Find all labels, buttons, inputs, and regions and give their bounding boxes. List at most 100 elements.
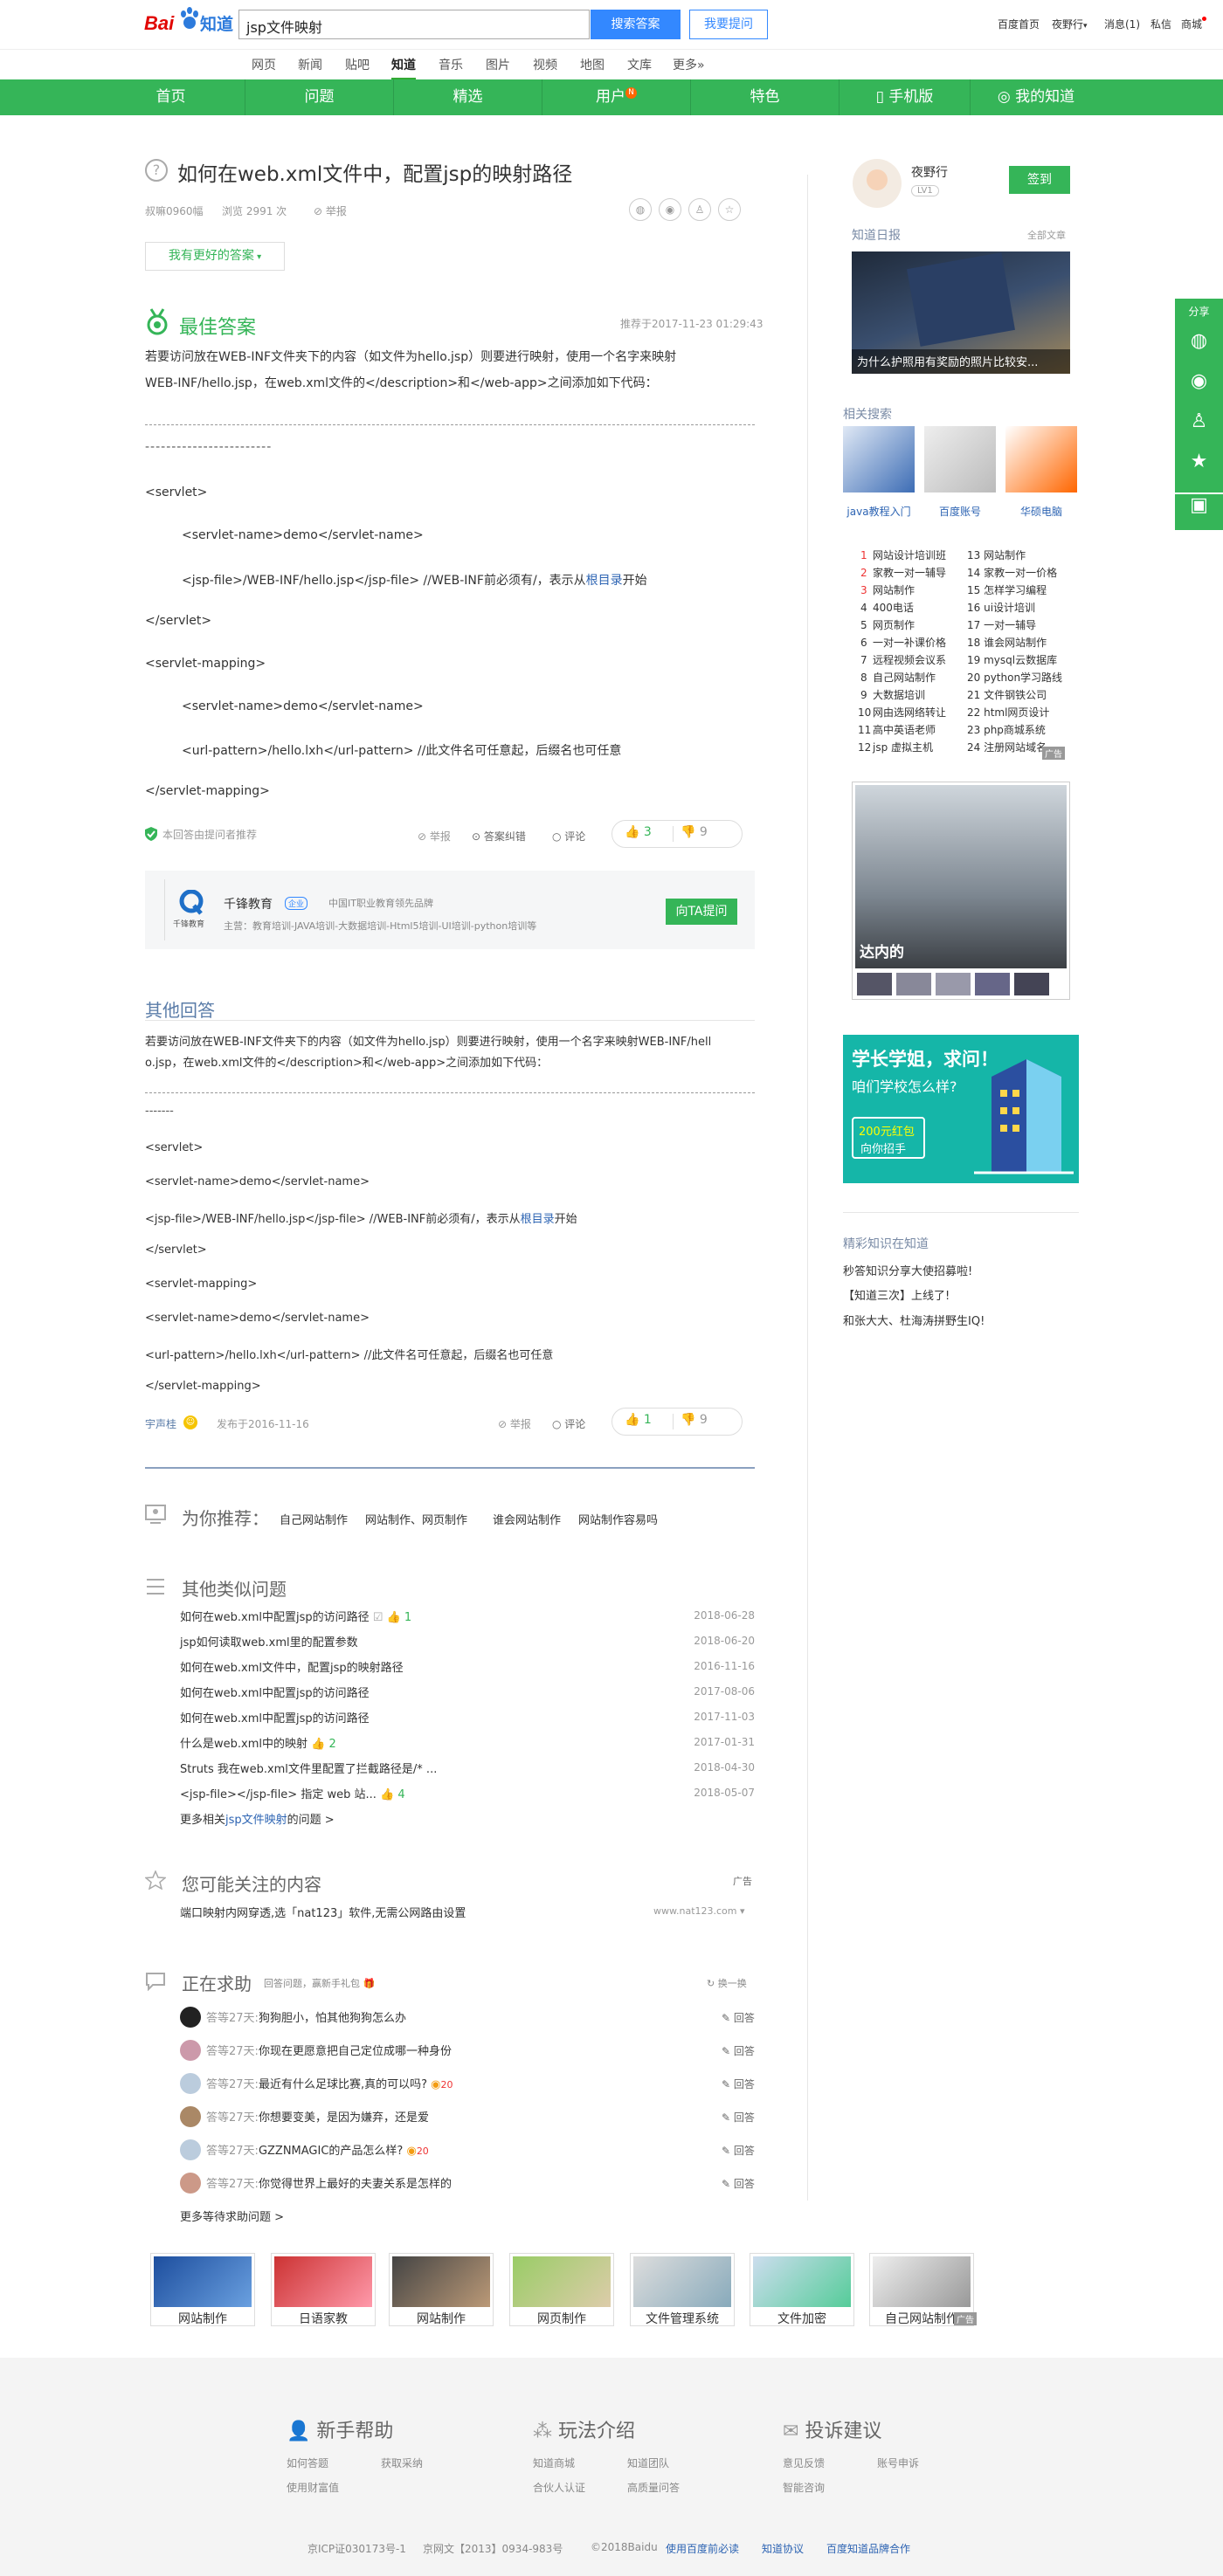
sign-in-button[interactable]: 签到 — [1009, 166, 1070, 194]
similar-item-1[interactable]: 如何在web.xml中配置jsp的访问路径 ☑ 👍 1 — [180, 1608, 411, 1624]
related-image-1[interactable] — [843, 426, 915, 492]
menu-featured[interactable]: 精选 — [394, 79, 542, 115]
search-input[interactable]: jsp文件映射 — [238, 10, 590, 39]
other-root-link[interactable]: 根目录 — [521, 1213, 555, 1226]
menu-my-zhidao[interactable]: ◎ 我的知道 — [971, 79, 1102, 115]
ask-ta-button[interactable]: 向TA提问 — [666, 899, 737, 925]
menu-users[interactable]: 用户 N — [542, 79, 691, 115]
thumb-item-6[interactable]: 文件加密 — [750, 2253, 854, 2326]
recommend-link-4[interactable]: 网站制作容易吗 — [578, 1511, 658, 1527]
similar-item-8[interactable]: <jsp-file></jsp-file> 指定 web 站... 👍 4 — [180, 1785, 405, 1801]
photo-ad-thumb[interactable] — [936, 973, 971, 995]
knowledge-link-2[interactable]: 【知道三次】上线了! — [843, 1286, 950, 1303]
related-label-3[interactable]: 华硕电脑 — [1005, 504, 1077, 519]
hot-item[interactable]: 10 网由选网络转让 — [858, 705, 946, 720]
hot-item[interactable]: 7 远程视频会议系 — [860, 652, 946, 667]
user-avatar[interactable] — [853, 159, 902, 208]
nav-tieba[interactable]: 贴吧 — [345, 56, 370, 73]
related-image-2[interactable] — [924, 426, 996, 492]
related-image-3[interactable] — [1005, 426, 1077, 492]
nav-map[interactable]: 地图 — [580, 56, 605, 73]
search-button[interactable]: 搜索答案 — [591, 10, 681, 39]
company-name[interactable]: 千锋教育 — [224, 895, 273, 913]
help-item-6[interactable]: 答等27天:你觉得世界上最好的夫妻关系是怎样的 — [180, 2173, 452, 2194]
hot-item[interactable]: 9 大数据培训 — [860, 687, 925, 702]
similar-item-5[interactable]: 如何在web.xml中配置jsp的访问路径 — [180, 1709, 370, 1725]
hot-item[interactable]: 17 一对一辅导 — [967, 617, 1036, 632]
knowledge-link-1[interactable]: 秒答知识分享大使招募啦! — [843, 1262, 972, 1278]
wechat-icon[interactable]: ◍ — [1175, 330, 1223, 352]
nav-images[interactable]: 图片 — [486, 56, 510, 73]
thumbs-up-button[interactable]: 👍 3 — [625, 825, 652, 839]
help-item-1[interactable]: 答等27天:狗狗胆小，怕其他狗狗怎么办 — [180, 2007, 406, 2028]
photo-ad-thumb[interactable] — [896, 973, 931, 995]
hot-item[interactable]: 19 mysql云数据库 — [967, 652, 1057, 667]
similar-more[interactable]: 更多相关jsp文件映射的问题 > — [180, 1810, 335, 1827]
daily-image[interactable]: 为什么护照用有奖励的照片比较安... — [852, 251, 1070, 374]
thumb-item-3[interactable]: 网站制作 — [389, 2253, 494, 2326]
other-report[interactable]: ⊘ 举报 — [498, 1416, 531, 1431]
answer-button[interactable]: ✎ 回答 — [722, 2143, 755, 2158]
nav-more[interactable]: 更多» — [673, 56, 705, 73]
help-item-5[interactable]: 答等27天:GZZNMAGIC的产品怎么样? ◉20 — [180, 2139, 429, 2160]
footer-link[interactable]: 账号申诉 — [877, 2455, 919, 2470]
hot-item[interactable]: 13 网站制作 — [967, 548, 1026, 562]
hot-item[interactable]: 21 文件钢铁公司 — [967, 687, 1047, 702]
thumb-item-5[interactable]: 文件管理系统 — [630, 2253, 735, 2326]
qq-icon[interactable]: ♙ — [1175, 410, 1223, 432]
link-username[interactable]: 夜野行▾ — [1052, 17, 1088, 31]
answer-button[interactable]: ✎ 回答 — [722, 2077, 755, 2091]
hot-item[interactable]: 16 ui设计培训 — [967, 600, 1035, 615]
weibo-share-icon[interactable]: ◉ — [659, 198, 681, 221]
recommend-link-1[interactable]: 自己网站制作 — [280, 1511, 348, 1527]
answer-button[interactable]: ✎ 回答 — [722, 2110, 755, 2125]
best-report[interactable]: ⊘ 举报 — [418, 829, 451, 844]
help-item-2[interactable]: 答等27天:你现在更愿意把自己定位成哪一种身份 — [180, 2040, 452, 2061]
menu-home[interactable]: 首页 — [97, 79, 245, 115]
footer-link[interactable]: 高质量问答 — [627, 2480, 680, 2495]
recommend-link-2[interactable]: 网站制作、网页制作 — [365, 1511, 467, 1527]
footer-link[interactable]: 如何答题 — [287, 2455, 328, 2470]
footer-link[interactable]: 使用财富值 — [287, 2480, 339, 2495]
similar-item-4[interactable]: 如何在web.xml中配置jsp的访问路径 — [180, 1684, 370, 1700]
link-messages[interactable]: 消息(1) — [1104, 17, 1140, 31]
hot-item[interactable]: 18 谁会网站制作 — [967, 635, 1047, 650]
footer-link[interactable]: 获取采纳 — [381, 2455, 423, 2470]
star-icon[interactable]: ★ — [1175, 451, 1223, 472]
recommend-link-3[interactable]: 谁会网站制作 — [493, 1511, 561, 1527]
weibo-icon[interactable]: ◉ — [1175, 370, 1223, 392]
best-comment[interactable]: ○ 评论 — [552, 829, 585, 844]
nav-video[interactable]: 视频 — [533, 56, 557, 73]
photo-ad-thumb[interactable] — [857, 973, 892, 995]
nav-music[interactable]: 音乐 — [439, 56, 463, 73]
baidu-zhidao-logo[interactable]: Bai 知道 — [144, 7, 233, 38]
knowledge-link-3[interactable]: 和张大大、杜海涛拼野生IQ! — [843, 1312, 985, 1328]
hot-item[interactable]: 2 家教一对一辅导 — [860, 565, 946, 580]
company-logo[interactable] — [175, 890, 208, 916]
similar-item-2[interactable]: jsp如何读取web.xml里的配置参数 — [180, 1633, 358, 1650]
similar-item-7[interactable]: Struts 我在web.xml文件里配置了拦截路径是/* ... — [180, 1760, 437, 1776]
hot-item[interactable]: 5 网页制作 — [860, 617, 915, 632]
footer-link-notice[interactable]: 使用百度前必读 — [666, 2541, 739, 2556]
thumbs-up-button[interactable]: 👍 1 — [625, 1413, 652, 1427]
help-item-4[interactable]: 答等27天:你想要变美，是因为嫌弃，还是爱 — [180, 2106, 429, 2127]
footer-link[interactable]: 合伙人认证 — [533, 2480, 585, 2495]
menu-questions[interactable]: 问题 — [245, 79, 394, 115]
similar-item-3[interactable]: 如何在web.xml文件中，配置jsp的映射路径 — [180, 1658, 404, 1675]
interest-link[interactable]: 端口映射内网穿透,选「nat123」软件,无需公网路由设置 — [180, 1904, 466, 1920]
similar-item-6[interactable]: 什么是web.xml中的映射 👍 2 — [180, 1734, 336, 1751]
hot-item[interactable]: 1 网站设计培训班 — [860, 548, 946, 562]
footer-link[interactable]: 智能咨询 — [783, 2480, 825, 2495]
interest-url[interactable]: www.nat123.com ▾ — [653, 1905, 745, 1917]
thumbs-down-button[interactable]: 👎 9 — [681, 825, 708, 839]
asker-name[interactable]: 叔嘛0960幅 — [145, 203, 204, 218]
menu-special[interactable]: 特色 — [691, 79, 840, 115]
footer-link-agreement[interactable]: 知道协议 — [762, 2541, 804, 2556]
thumb-item-4[interactable]: 网页制作 — [509, 2253, 614, 2326]
qq-share-icon[interactable]: ♙ — [688, 198, 711, 221]
hot-item[interactable]: 22 html网页设计 — [967, 705, 1049, 720]
help-item-3[interactable]: 答等27天:最近有什么足球比赛,真的可以吗? ◉20 — [180, 2073, 453, 2094]
link-private-msg[interactable]: 私信 — [1150, 17, 1171, 31]
clipboard-icon[interactable]: ▣ — [1175, 492, 1223, 516]
related-label-2[interactable]: 百度账号 — [924, 504, 996, 519]
